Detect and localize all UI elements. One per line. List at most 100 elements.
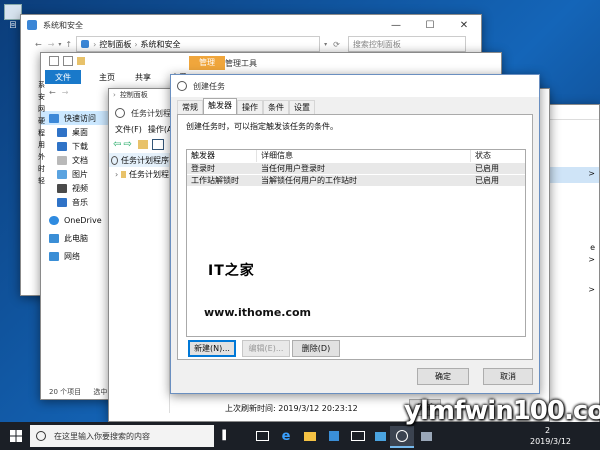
tray-time[interactable]: 2	[545, 426, 550, 435]
nav-item-videos[interactable]: 视频	[41, 181, 111, 195]
col-header-trigger[interactable]: 触发器	[187, 150, 257, 162]
tree-item-root[interactable]: 任务计划程序	[109, 153, 169, 167]
nav-item-pictures[interactable]: 图片	[41, 167, 111, 181]
col-header-details[interactable]: 详细信息	[257, 150, 471, 162]
clock-icon	[115, 108, 125, 118]
col-header-status[interactable]: 状态	[471, 150, 525, 162]
window-title: 系统和安全	[43, 20, 83, 30]
expand-arrow: >	[588, 169, 595, 178]
ribbon-tab-share[interactable]: 共享	[125, 70, 161, 84]
control-panel-taskbar-icon[interactable]	[368, 426, 392, 446]
nav-item-music[interactable]: 音乐	[41, 195, 111, 209]
close-button[interactable]: ✕	[447, 15, 481, 35]
left-fragments: 系 安 网 硬 程 用 外 时 轻	[38, 80, 46, 188]
fragment: >	[588, 285, 595, 294]
fragment: 系	[38, 81, 45, 89]
store-icon[interactable]	[322, 426, 346, 446]
back-arrow-icon[interactable]: ⇦	[113, 139, 121, 150]
task-scheduler-taskbar-icon[interactable]	[390, 426, 414, 448]
forward-arrow-icon[interactable]: →	[62, 88, 69, 97]
table-row[interactable]: 登录时 当任何用户登录时 已启用	[187, 163, 525, 174]
breadcrumb-control-panel[interactable]: 控制面板	[99, 39, 131, 50]
status-cell: 已启用	[475, 164, 499, 173]
tree-item-library[interactable]: › 任务计划程	[109, 167, 169, 181]
admin-tools-taskbar-icon[interactable]	[414, 426, 438, 446]
window-title: 管理工具	[225, 59, 257, 68]
maximize-button[interactable]: ☐	[413, 15, 447, 35]
breadcrumb-control-panel[interactable]: 控制面板	[120, 90, 148, 100]
search-input[interactable]: 搜索控制面板	[347, 36, 466, 52]
forward-arrow-icon[interactable]: ⇨	[123, 139, 131, 150]
folder-icon[interactable]	[137, 140, 148, 149]
dialog-title: 创建任务	[193, 81, 225, 91]
mail-icon[interactable]	[346, 426, 370, 446]
nav-item-desktop[interactable]: 桌面	[41, 125, 111, 139]
nav-label: 快速访问	[64, 113, 96, 123]
cancel-button[interactable]: 取消	[483, 368, 533, 385]
dialog-tabs: 常规 触发器 操作 条件 设置	[177, 98, 315, 115]
task-view-icon[interactable]	[250, 426, 274, 446]
picture-icon	[57, 169, 67, 179]
refresh-icon[interactable]: ⟳	[333, 40, 340, 49]
fragment: >	[588, 255, 595, 264]
nav-pane: 快速访问 桌面 下载 文档 图片 视频 音乐 OneDrive 此电脑 网络	[41, 111, 111, 263]
manage-contextual-tab[interactable]: 管理	[189, 56, 225, 70]
address-row: › 控制面板	[109, 89, 148, 101]
titlebar[interactable]: 创建任务	[171, 75, 539, 97]
nav-label: 图片	[72, 169, 88, 179]
tray-date[interactable]: 2019/3/12	[530, 437, 571, 446]
mic-icon[interactable]: ▌	[214, 426, 238, 446]
tab-conditions[interactable]: 条件	[263, 100, 289, 114]
chevron-down-icon[interactable]: ▾	[58, 41, 61, 48]
dropdown-icon[interactable]: ▾	[324, 41, 327, 48]
nav-item-quick-access[interactable]: 快速访问	[41, 111, 111, 125]
taskbar-search-box[interactable]: 在这里输入你要搜索的内容	[30, 425, 214, 447]
tab-settings[interactable]: 设置	[289, 100, 315, 114]
ribbon-tab-file[interactable]: 文件	[45, 70, 81, 84]
details-cell: 当任何用户登录时	[261, 164, 325, 173]
address-bar[interactable]: › 控制面板 › 系统和安全	[76, 36, 321, 52]
fragment: 轻	[38, 177, 45, 185]
chevron-right-icon: ›	[134, 39, 138, 49]
nav-label: 下载	[72, 141, 88, 151]
titlebar[interactable]	[41, 53, 501, 69]
titlebar[interactable]: 任务计划程序	[109, 105, 179, 121]
table-row[interactable]: 工作站解锁时 当解锁任何用户的工作站时 已启用	[187, 175, 525, 186]
nav-item-downloads[interactable]: 下载	[41, 139, 111, 153]
edit-trigger-button[interactable]: 编辑(E)...	[242, 340, 290, 357]
ribbon-tab-home[interactable]: 主页	[89, 70, 125, 84]
breadcrumb-system-security[interactable]: 系统和安全	[141, 39, 181, 50]
edge-icon[interactable]: e	[274, 426, 298, 446]
forward-arrow-icon[interactable]: →	[48, 40, 55, 49]
start-button[interactable]	[4, 426, 28, 446]
fragment: 网	[38, 105, 45, 113]
nav-item-documents[interactable]: 文档	[41, 153, 111, 167]
nav-item-this-pc[interactable]: 此电脑	[41, 231, 111, 245]
delete-trigger-button[interactable]: 删除(D)	[292, 340, 340, 357]
nav-label: 视频	[72, 183, 88, 193]
toolbar: ⇦ ⇨	[113, 139, 164, 150]
ok-button[interactable]: 确定	[417, 368, 469, 385]
status-cell: 已启用	[475, 176, 499, 185]
tab-actions[interactable]: 操作	[237, 100, 263, 114]
back-arrow-icon[interactable]: ←	[49, 88, 56, 97]
back-arrow-icon[interactable]: ←	[35, 40, 42, 49]
new-trigger-button[interactable]: 新建(N)...	[188, 340, 236, 357]
nav-item-onedrive[interactable]: OneDrive	[41, 213, 111, 227]
windows-logo-icon	[10, 430, 22, 442]
nav-item-network[interactable]: 网络	[41, 249, 111, 263]
up-arrow-icon[interactable]: ↑	[65, 40, 72, 49]
fragment: 硬	[38, 117, 45, 125]
properties-icon[interactable]	[151, 139, 164, 150]
window-controls: — ☐ ✕	[379, 15, 481, 35]
menu-file[interactable]: 文件(F)	[115, 124, 142, 135]
chevron-right-icon: ›	[113, 91, 116, 99]
nav-label: 桌面	[72, 127, 88, 137]
address-row: ← → ▾ ↑ › 控制面板 › 系统和安全 ▾ ⟳ 搜索控制面板	[21, 35, 481, 53]
document-icon	[57, 155, 67, 165]
minimize-button[interactable]: —	[379, 15, 413, 35]
file-explorer-icon[interactable]	[298, 426, 322, 446]
tab-general[interactable]: 常规	[177, 100, 203, 114]
control-panel-icon	[81, 40, 90, 48]
tab-triggers[interactable]: 触发器	[203, 98, 237, 115]
